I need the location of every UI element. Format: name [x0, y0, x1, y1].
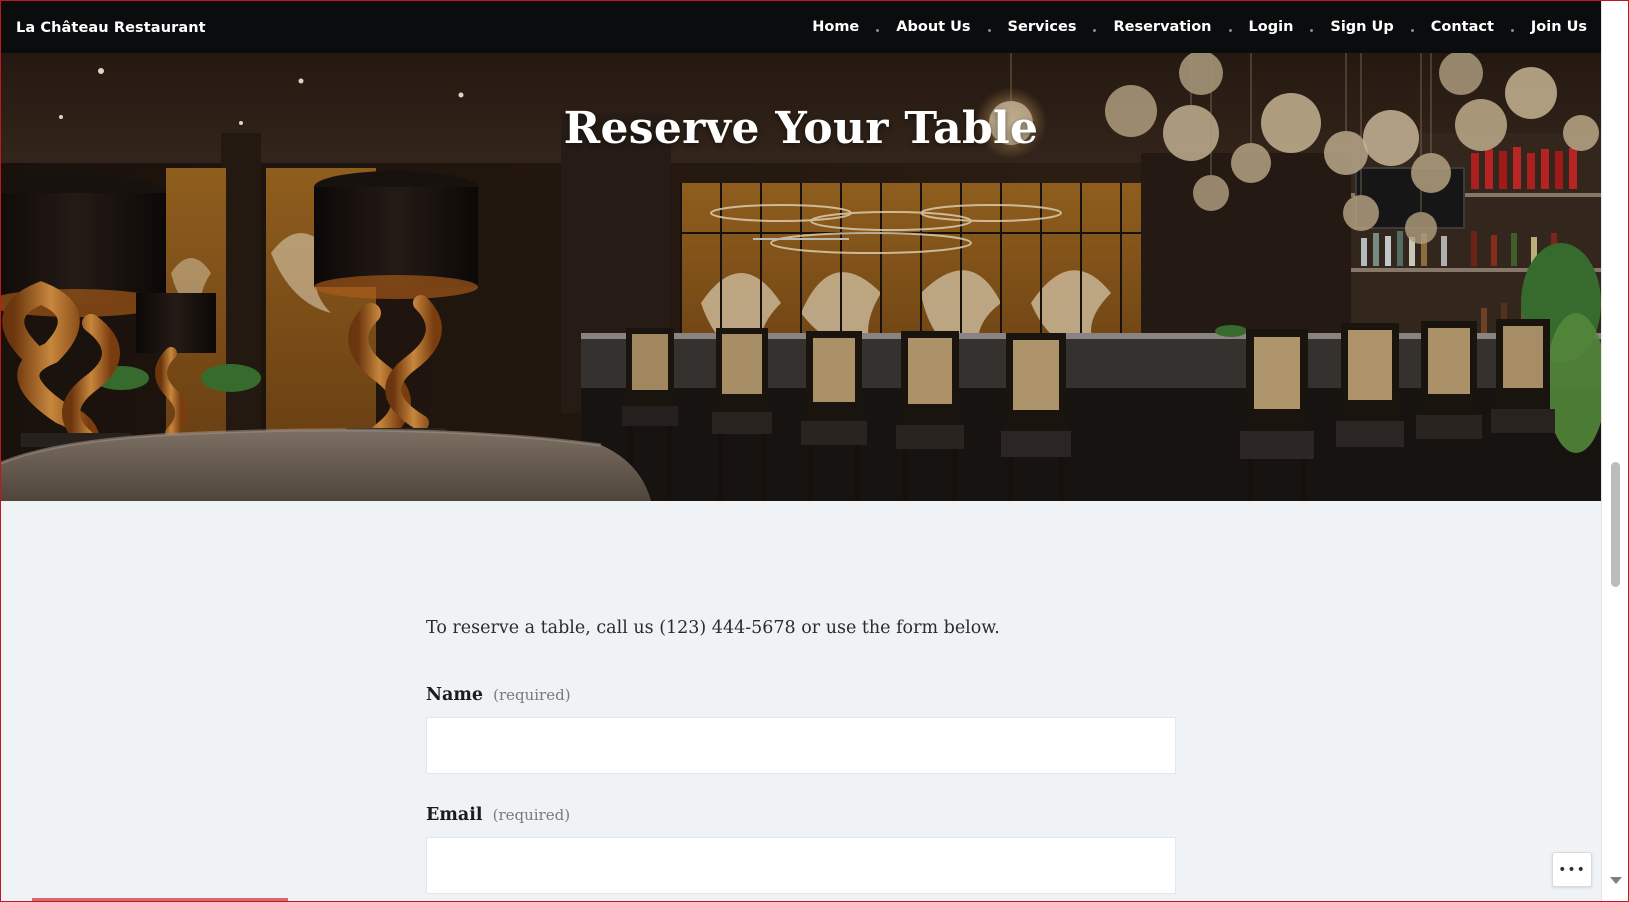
email-label-text: Email [426, 805, 483, 825]
nav-separator [1310, 28, 1314, 32]
nav-item-about-us[interactable]: About Us [896, 19, 970, 35]
nav-item-contact[interactable]: Contact [1431, 19, 1494, 35]
nav-menu: Home About Us Services Reservation Login… [812, 19, 1587, 35]
nav-separator [1510, 28, 1514, 32]
nav-separator [876, 28, 880, 32]
nav-item-home[interactable]: Home [812, 19, 859, 35]
nav-item-join-us[interactable]: Join Us [1531, 19, 1587, 35]
email-input[interactable] [426, 837, 1176, 894]
page-title: Reserve Your Table [563, 103, 1039, 154]
reservation-intro-text: To reserve a table, call us (123) 444-56… [426, 618, 1000, 638]
reservation-content: To reserve a table, call us (123) 444-56… [1, 501, 1601, 901]
page-scrollbar[interactable] [1601, 1, 1628, 901]
email-required-hint: (required) [492, 806, 571, 824]
top-navigation: La Château Restaurant Home About Us Serv… [1, 1, 1601, 53]
name-required-hint: (required) [493, 686, 571, 704]
page-load-progress [32, 898, 288, 901]
nav-separator [987, 28, 991, 32]
nav-separator [1228, 28, 1232, 32]
title-divider [753, 238, 849, 240]
nav-separator [1093, 28, 1097, 32]
page-viewport: La Château Restaurant Home About Us Serv… [1, 1, 1601, 901]
name-label-text: Name [426, 685, 483, 705]
email-field-label: Email (required) [426, 805, 570, 825]
more-options-button[interactable]: ••• [1552, 852, 1592, 887]
nav-item-sign-up[interactable]: Sign Up [1330, 19, 1393, 35]
site-brand[interactable]: La Château Restaurant [16, 20, 206, 36]
nav-item-services[interactable]: Services [1008, 19, 1077, 35]
hero-banner: Reserve Your Table [1, 53, 1601, 501]
scrollbar-thumb[interactable] [1611, 462, 1620, 587]
nav-separator [1410, 28, 1414, 32]
nav-item-login[interactable]: Login [1249, 19, 1294, 35]
nav-item-reservation[interactable]: Reservation [1113, 19, 1211, 35]
name-input[interactable] [426, 717, 1176, 774]
scroll-down-arrow-icon[interactable] [1610, 877, 1622, 884]
more-horizontal-icon: ••• [1558, 861, 1586, 878]
name-field-label: Name (required) [426, 685, 571, 705]
